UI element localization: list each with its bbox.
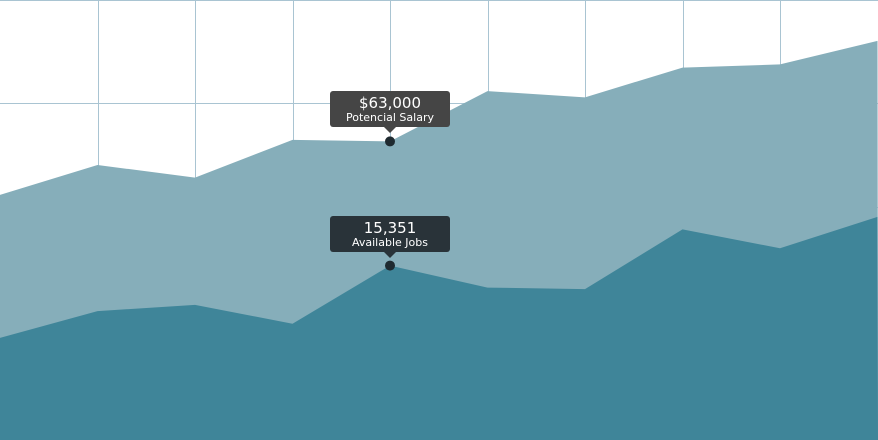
salary-marker[interactable] <box>385 136 395 147</box>
area-chart: $63,000 Potencial Salary 15,351 Availabl… <box>0 0 878 440</box>
salary-tooltip-value: $63,000 <box>358 94 422 113</box>
salary-tooltip: $63,000 Potencial Salary <box>330 91 450 134</box>
jobs-tooltip-value: 15,351 <box>363 218 417 237</box>
jobs-tooltip-label: Available Jobs <box>352 235 428 249</box>
salary-tooltip-label: Potencial Salary <box>346 111 434 125</box>
jobs-marker[interactable] <box>385 260 395 271</box>
jobs-tooltip: 15,351 Available Jobs <box>330 215 450 258</box>
